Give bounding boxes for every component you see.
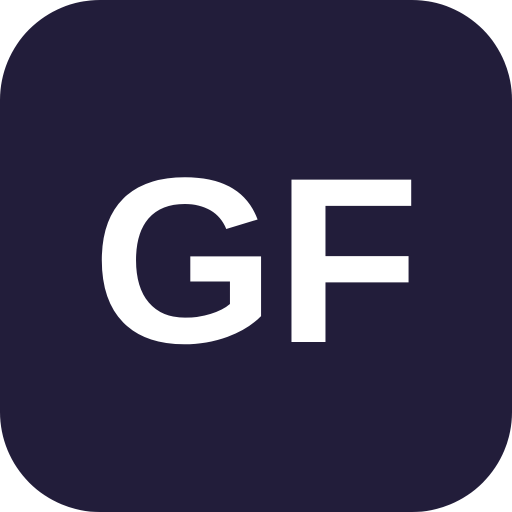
app-icon-monogram: GF [92,129,420,393]
app-icon-graphic: GF [92,129,420,393]
app-icon: GF [0,0,512,512]
